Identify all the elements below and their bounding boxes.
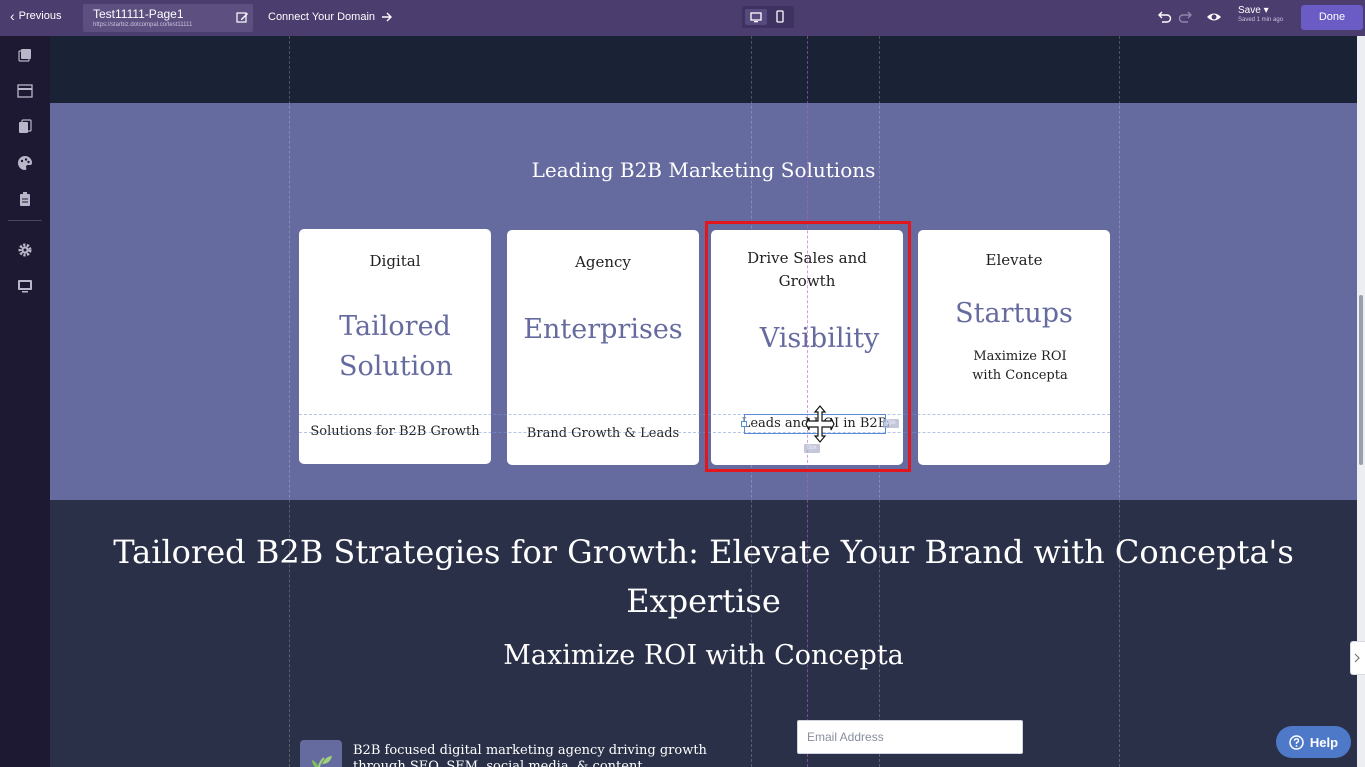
elements-icon[interactable]	[17, 119, 33, 135]
card-elevate[interactable]: Elevate Startups Maximize ROI with Conce…	[918, 230, 1110, 465]
resize-handle[interactable]	[741, 421, 747, 427]
card-highlight[interactable]: Enterprises	[507, 310, 699, 350]
move-cursor-icon	[805, 405, 835, 443]
page-url: https://starbiz.dotcompal.co/test11111	[93, 22, 193, 28]
redo-icon[interactable]	[1177, 8, 1195, 26]
desktop-icon	[750, 12, 762, 23]
eye-preview-icon[interactable]	[1205, 8, 1223, 26]
strategies-heading[interactable]: Tailored B2B Strategies for Growth: Elev…	[50, 528, 1357, 626]
saved-status: Saved 1 min ago	[1238, 17, 1284, 23]
scrollbar-thumb[interactable]	[1359, 295, 1363, 465]
page-name: Test11111-Page1	[93, 7, 184, 21]
section-heading[interactable]: Leading B2B Marketing Solutions	[50, 158, 1357, 182]
device-switcher	[742, 6, 794, 28]
page-name-box[interactable]: Test11111-Page1 https://starbiz.dotcompa…	[83, 4, 253, 32]
horizontal-guide	[299, 414, 1110, 415]
theme-palette-icon[interactable]	[17, 155, 33, 171]
sections-icon[interactable]	[17, 83, 33, 99]
card-digital[interactable]: Digital Tailored Solution Solutions for …	[299, 229, 491, 464]
settings-gear-icon[interactable]	[17, 242, 33, 258]
strategies-subheading[interactable]: Maximize ROI with Concepta	[50, 640, 1357, 671]
help-button[interactable]: Help	[1276, 726, 1351, 758]
preview-screen-icon[interactable]	[17, 278, 33, 294]
previous-button[interactable]: ‹ Previous	[10, 8, 62, 24]
chevron-left-icon: ‹	[10, 8, 15, 24]
pages-icon[interactable]	[17, 47, 33, 63]
editor-toolbar: ‹ Previous Test11111-Page1 https://starb…	[0, 0, 1365, 36]
arrow-right-icon	[382, 12, 393, 22]
previous-label: Previous	[18, 10, 62, 22]
connect-domain-label: Connect Your Domain	[268, 11, 376, 23]
email-field[interactable]	[797, 720, 1023, 754]
editor-sidebar	[0, 36, 50, 767]
top-section	[50, 36, 1357, 103]
sidebar-divider	[8, 220, 42, 221]
card-highlight[interactable]: Startups	[918, 294, 1110, 334]
page-canvas: Leading B2B Marketing Solutions Digital …	[50, 36, 1357, 767]
card-heading[interactable]: Digital	[299, 250, 491, 273]
question-icon	[1289, 734, 1304, 750]
card-highlight[interactable]: Tailored Solution	[299, 307, 491, 387]
side-panel-toggle[interactable]	[1350, 641, 1365, 675]
horizontal-guide	[299, 432, 1110, 433]
card-footer[interactable]: Brand Growth & Leads	[507, 424, 699, 443]
save-label: Save	[1238, 5, 1261, 16]
collapse-icon	[1354, 653, 1360, 663]
connect-domain-link[interactable]: Connect Your Domain	[268, 11, 393, 23]
card-footer[interactable]: Maximize ROI with Concepta	[918, 347, 1110, 385]
mobile-view-button[interactable]	[769, 9, 791, 25]
chevron-down-icon: ▾	[1263, 5, 1269, 16]
save-button[interactable]: Save ▾ Saved 1 min ago	[1238, 5, 1283, 23]
clipboard-icon[interactable]	[17, 191, 33, 207]
card-heading[interactable]: Agency	[507, 251, 699, 274]
leaf-icon	[300, 740, 342, 767]
help-label: Help	[1309, 734, 1339, 750]
spacing-tag: 0px	[804, 444, 820, 453]
desktop-view-button[interactable]	[745, 9, 767, 25]
spacing-tag: 0px	[883, 419, 899, 428]
edit-icon[interactable]	[236, 11, 249, 24]
feature-text[interactable]: B2B focused digital marketing agency dri…	[353, 743, 713, 767]
done-button[interactable]: Done	[1301, 5, 1363, 30]
undo-icon[interactable]	[1155, 8, 1173, 26]
card-heading[interactable]: Elevate	[918, 249, 1110, 272]
card-agency[interactable]: Agency Enterprises Brand Growth & Leads	[507, 230, 699, 465]
mobile-icon	[776, 10, 784, 23]
